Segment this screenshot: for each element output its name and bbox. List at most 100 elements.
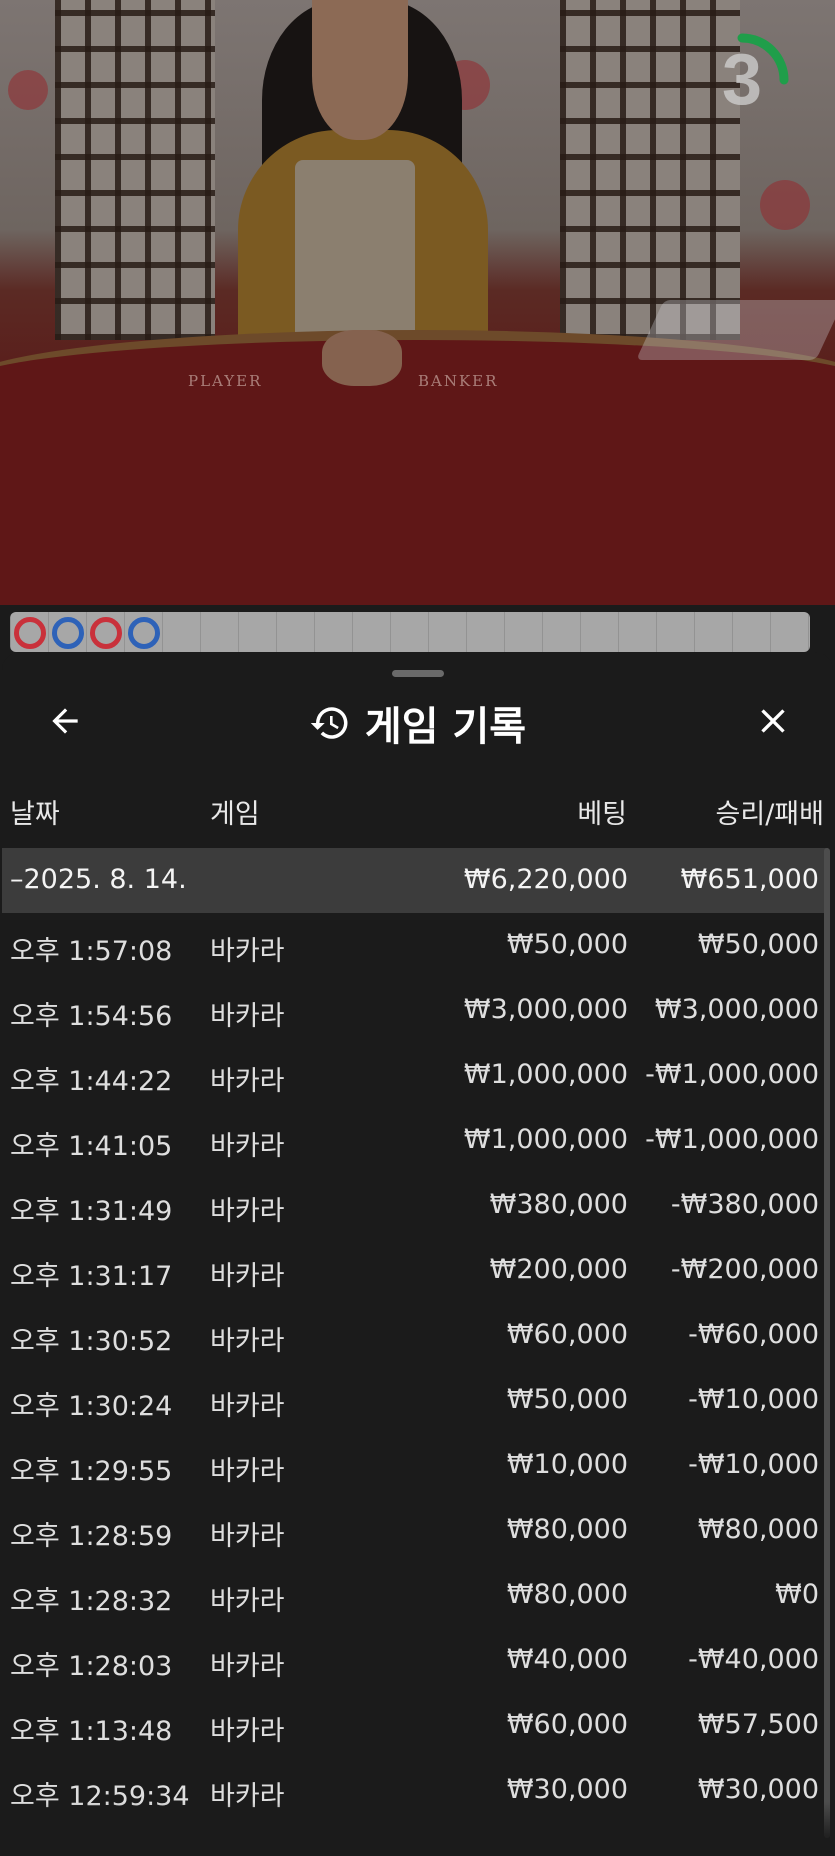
table-row[interactable]: 오후 1:31:17 바카라 ₩200,000 -₩200,000	[2, 1238, 828, 1303]
history-clock-icon	[310, 707, 348, 739]
row-game: 바카라	[210, 1456, 285, 1487]
scroll-fade-overlay	[2, 1802, 833, 1856]
countdown-value: 3	[721, 40, 763, 120]
row-result: -₩380,000	[670, 1189, 819, 1220]
countdown-timer: 3	[692, 30, 792, 130]
row-bet: ₩30,000	[506, 1774, 628, 1805]
row-time: 오후 1:28:59	[10, 1521, 173, 1552]
row-bet: ₩50,000	[506, 1384, 628, 1415]
table-row[interactable]: 오후 1:13:48 바카라 ₩60,000 ₩57,500	[2, 1693, 828, 1758]
row-time: 오후 1:29:55	[10, 1456, 173, 1487]
page-title: 게임 기록	[364, 704, 527, 750]
row-time: 오후 1:13:48	[10, 1716, 173, 1747]
row-bet: ₩200,000	[489, 1254, 628, 1285]
row-result: -₩60,000	[688, 1319, 819, 1350]
decorative-screen	[175, 0, 215, 340]
close-x-icon	[761, 709, 785, 733]
dealer-hands	[322, 330, 402, 386]
scrollbar[interactable]	[824, 848, 830, 1838]
column-header-bet: 베팅	[577, 799, 627, 830]
table-row[interactable]: 오후 1:41:05 바카라 ₩1,000,000 -₩1,000,000	[2, 1108, 828, 1173]
table-row[interactable]: 오후 1:54:56 바카라 ₩3,000,000 ₩3,000,000	[2, 978, 828, 1043]
bead-banker	[90, 617, 122, 649]
table-row[interactable]: 오후 1:44:22 바카라 ₩1,000,000 -₩1,000,000	[2, 1043, 828, 1108]
row-bet: ₩10,000	[506, 1449, 628, 1480]
row-time: 오후 1:31:17	[10, 1261, 173, 1292]
table-label-player: PLAYER	[188, 372, 263, 390]
row-time: 오후 1:30:24	[10, 1391, 173, 1422]
row-game: 바카라	[210, 1131, 285, 1162]
row-result: ₩50,000	[697, 929, 819, 960]
decorative-screen	[55, 0, 175, 340]
row-game: 바카라	[210, 1261, 285, 1292]
row-bet: ₩1,000,000	[463, 1059, 628, 1090]
row-bet: ₩60,000	[506, 1709, 628, 1740]
sheet-drag-handle[interactable]	[392, 670, 444, 677]
row-game: 바카라	[210, 936, 285, 967]
row-time: 오후 1:44:22	[10, 1066, 173, 1097]
row-time: 오후 1:57:08	[10, 936, 173, 967]
table-row[interactable]: 오후 1:30:52 바카라 ₩60,000 -₩60,000	[2, 1303, 828, 1368]
close-button[interactable]	[748, 696, 798, 746]
row-time: 오후 1:30:52	[10, 1326, 173, 1357]
row-bet: ₩3,000,000	[463, 994, 628, 1025]
summary-result-total: ₩651,000	[680, 864, 819, 895]
row-game: 바카라	[210, 1326, 285, 1357]
row-result: -₩1,000,000	[645, 1124, 819, 1155]
row-result: ₩3,000,000	[654, 994, 819, 1025]
blossom-decoration	[8, 70, 48, 110]
row-bet: ₩50,000	[506, 929, 628, 960]
row-game: 바카라	[210, 1066, 285, 1097]
row-bet: ₩60,000	[506, 1319, 628, 1350]
row-result: -₩40,000	[688, 1644, 819, 1675]
column-header-game: 게임	[210, 799, 260, 830]
arrow-left-icon	[52, 708, 78, 734]
table-row[interactable]: 오후 1:31:49 바카라 ₩380,000 -₩380,000	[2, 1173, 828, 1238]
table-row[interactable]: 오후 1:28:59 바카라 ₩80,000 ₩80,000	[2, 1498, 828, 1563]
row-game: 바카라	[210, 1196, 285, 1227]
summary-bet-total: ₩6,220,000	[463, 864, 628, 895]
back-button[interactable]	[40, 696, 90, 746]
row-bet: ₩380,000	[489, 1189, 628, 1220]
row-time: 오후 1:31:49	[10, 1196, 173, 1227]
column-header-date: 날짜	[10, 799, 60, 830]
row-time: 오후 1:41:05	[10, 1131, 173, 1162]
table-row[interactable]: 오후 1:30:24 바카라 ₩50,000 -₩10,000	[2, 1368, 828, 1433]
row-result: -₩200,000	[670, 1254, 819, 1285]
blossom-decoration	[760, 180, 810, 230]
row-bet: ₩80,000	[506, 1514, 628, 1545]
row-game: 바카라	[210, 1391, 285, 1422]
row-result: ₩30,000	[697, 1774, 819, 1805]
column-header-result: 승리/패배	[715, 799, 824, 830]
row-bet: ₩1,000,000	[463, 1124, 628, 1155]
row-game: 바카라	[210, 1716, 285, 1747]
summary-date: –2025. 8. 14.	[10, 864, 187, 895]
row-time: 오후 1:28:03	[10, 1651, 173, 1682]
sheet-header: 게임 기록	[2, 682, 833, 764]
sheet-title-group: 게임 기록	[2, 682, 833, 764]
decorative-screen	[560, 0, 680, 340]
history-table-body[interactable]: –2025. 8. 14. ₩6,220,000 ₩651,000 오후 1:5…	[2, 848, 828, 1823]
row-result: ₩57,500	[697, 1709, 819, 1740]
row-game: 바카라	[210, 1521, 285, 1552]
dealer-figure	[312, 0, 408, 140]
row-result: ₩80,000	[697, 1514, 819, 1545]
row-result: -₩1,000,000	[645, 1059, 819, 1090]
row-bet: ₩80,000	[506, 1579, 628, 1610]
bead-player	[52, 617, 84, 649]
table-row[interactable]: 오후 1:28:32 바카라 ₩80,000 ₩0	[2, 1563, 828, 1628]
table-row[interactable]: 오후 1:29:55 바카라 ₩10,000 -₩10,000	[2, 1433, 828, 1498]
table-label-banker: BANKER	[418, 372, 499, 390]
bead-player	[128, 617, 160, 649]
card-shoe	[636, 300, 835, 360]
row-result: -₩10,000	[688, 1449, 819, 1480]
date-group-summary-row[interactable]: –2025. 8. 14. ₩6,220,000 ₩651,000	[2, 848, 828, 913]
row-result: ₩0	[775, 1579, 819, 1610]
row-result: -₩10,000	[688, 1384, 819, 1415]
live-video-feed: PLAYER BANKER 3	[0, 0, 835, 605]
table-row[interactable]: 오후 1:28:03 바카라 ₩40,000 -₩40,000	[2, 1628, 828, 1693]
table-row[interactable]: 오후 1:57:08 바카라 ₩50,000 ₩50,000	[2, 913, 828, 978]
row-time: 오후 1:28:32	[10, 1586, 173, 1617]
bead-banker	[14, 617, 46, 649]
game-history-sheet: 게임 기록 날짜 게임 베팅 승리/패배 –2025. 8. 14. ₩6,22…	[2, 652, 833, 1856]
